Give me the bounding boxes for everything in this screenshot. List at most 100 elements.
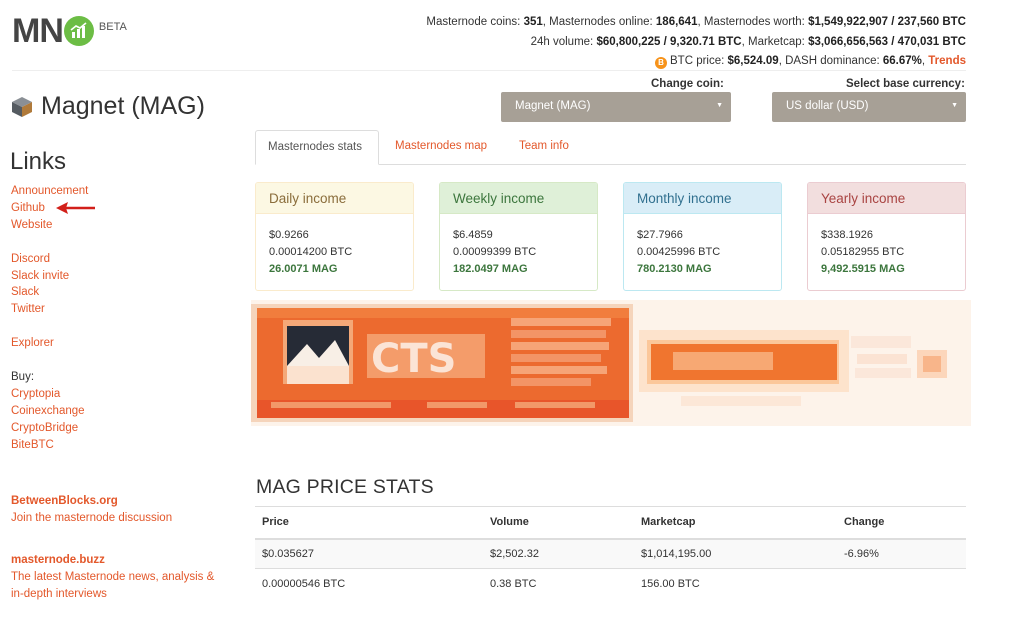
income-usd: $338.1926 [821,229,873,241]
base-currency-label: Select base currency: [846,78,965,90]
stat-value: 186,641 [655,16,698,28]
income-usd: $6.4859 [453,229,493,241]
link-cryptobridge[interactable]: CryptoBridge [11,420,231,437]
income-btc: 0.00014200 BTC [269,246,353,258]
income-usd: $27.7966 [637,229,683,241]
chevron-down-icon: ▼ [951,102,958,109]
red-arrow-icon [56,202,95,214]
link-betweenblocks[interactable]: BetweenBlocks.org [11,493,231,510]
coin-select[interactable]: Magnet (MAG) ▼ [501,92,731,122]
income-btc: 0.00425996 BTC [637,246,721,258]
beta-label: BETA [98,21,127,33]
income-btc: 0.05182955 BTC [821,246,905,258]
marketcap-btc: 156.00 BTC [634,568,837,599]
stat-label: BTC price: [670,55,728,67]
btc-price: $6,524.09 [727,55,779,67]
stats-line-1: Masternode coins: 351, Masternodes onlin… [426,13,966,33]
price-usd: $0.035627 [255,538,483,569]
income-mag: 182.0497 MAG [453,263,528,275]
links-heading: Links [10,148,67,175]
col-price: Price [255,506,483,540]
tab-masternodes-map[interactable]: Masternodes map [383,130,499,165]
currency-select-value: US dollar (USD) [786,100,869,112]
table-header-row: Price Volume Marketcap Change [255,506,966,540]
link-twitter[interactable]: Twitter [11,301,231,318]
promo-text-line: The latest Masternode news, analysis & [11,571,215,584]
stats-line-3: B BTC price: $6,524.09, DASH dominance: 6… [426,52,966,72]
card-title: Daily income [256,183,413,214]
stat-label: , Marketcap: [741,35,809,48]
col-marketcap: Marketcap [634,506,837,540]
link-coinexchange[interactable]: Coinexchange [11,403,231,420]
stat-value: 351 [523,16,543,28]
chart-badge-icon [63,16,94,46]
daily-income-card: Daily income $0.9266 0.00014200 BTC 26.0… [255,182,414,291]
price-btc: 0.00000546 BTC [255,568,483,599]
price-stats-table: Price Volume Marketcap Change $0.035627 … [255,506,966,599]
link-explorer[interactable]: Explorer [11,335,231,352]
link-github[interactable]: Github [11,200,231,217]
marketcap-usd: $1,014,195.00 [634,538,837,569]
monthly-income-card: Monthly income $27.7966 0.00425996 BTC 7… [623,182,782,291]
change-btc [837,568,966,599]
stat-label: Masternode coins: [426,16,524,28]
card-title: Monthly income [624,183,781,214]
volume-usd: $2,502.32 [483,538,634,569]
bitcoin-icon: B [655,57,667,69]
stat-value: $1,549,922,907 / 237,560 BTC [808,16,966,28]
income-mag: 26.0071 MAG [269,263,338,275]
stat-label: , Masternodes online: [542,16,656,28]
yearly-income-card: Yearly income $338.1926 0.05182955 BTC 9… [807,182,966,291]
chevron-down-icon: ▼ [716,102,723,109]
income-mag: 780.2130 MAG [637,263,712,275]
coin-title: Magnet (MAG) [11,92,205,121]
promo-text-line: in-depth interviews [11,588,107,601]
col-change: Change [837,506,966,540]
income-btc: 0.00099399 BTC [453,246,537,258]
coin-select-value: Magnet (MAG) [515,100,591,112]
link-website[interactable]: Website [11,217,231,234]
stat-value: $60,800,225 / 9,320.71 BTC [596,35,742,48]
buy-label: Buy: [11,370,35,383]
stat-value: $3,066,656,563 / 470,031 BTC [808,35,966,48]
col-volume: Volume [483,506,634,540]
table-row: 0.00000546 BTC 0.38 BTC 156.00 BTC [255,568,966,599]
tab-masternodes-stats[interactable]: Masternodes stats [255,130,379,165]
link-discord[interactable]: Discord [11,251,231,268]
stats-line-2: 24h volume: $60,800,225 / 9,320.71 BTC, … [426,33,966,53]
trends-link[interactable]: Trends [928,55,966,67]
tab-team-info[interactable]: Team info [507,130,581,165]
stat-label: , DASH dominance: [778,55,883,67]
site-logo[interactable]: MN BETA [12,12,127,50]
svg-text:CTS: CTS [371,336,456,382]
coin-tabs: Masternodes stats Masternodes map Team i… [255,130,966,165]
stat-label: 24h volume: [530,35,597,48]
cube-icon [12,96,32,117]
page-title: Magnet (MAG) [41,92,205,120]
link-cryptopia[interactable]: Cryptopia [11,386,231,403]
header-divider [12,70,966,71]
table-row: $0.035627 $2,502.32 $1,014,195.00 -6.96% [255,538,966,569]
global-stats: Masternode coins: 351, Masternodes onlin… [426,13,966,72]
currency-select[interactable]: US dollar (USD) ▼ [772,92,966,122]
link-masternode-buzz[interactable]: masternode.buzz [11,552,231,569]
volume-btc: 0.38 BTC [483,568,634,599]
card-title: Yearly income [808,183,965,214]
weekly-income-card: Weekly income $6.4859 0.00099399 BTC 182… [439,182,598,291]
stat-label: , Masternodes worth: [697,16,809,28]
advertisement-banner[interactable]: CTS [251,300,971,426]
income-mag: 9,492.5915 MAG [821,263,905,275]
link-slack-invite[interactable]: Slack invite [11,268,231,285]
link-slack[interactable]: Slack [11,284,231,301]
change-coin-label: Change coin: [651,78,724,90]
dash-dominance: 66.67% [882,55,922,67]
change-percent: -6.96% [837,538,966,569]
link-masternode-discussion[interactable]: Join the masternode discussion [11,510,231,527]
income-usd: $0.9266 [269,229,309,241]
link-announcement[interactable]: Announcement [11,183,231,200]
price-stats-title: MAG PRICE STATS [256,476,434,498]
sidebar-links: Announcement Github Website Discord Slac… [11,183,231,603]
link-bitebtc[interactable]: BiteBTC [11,437,231,454]
link-masternode-news[interactable]: The latest Masternode news, analysis & in… [11,569,231,603]
logo-text: MN [12,12,64,50]
